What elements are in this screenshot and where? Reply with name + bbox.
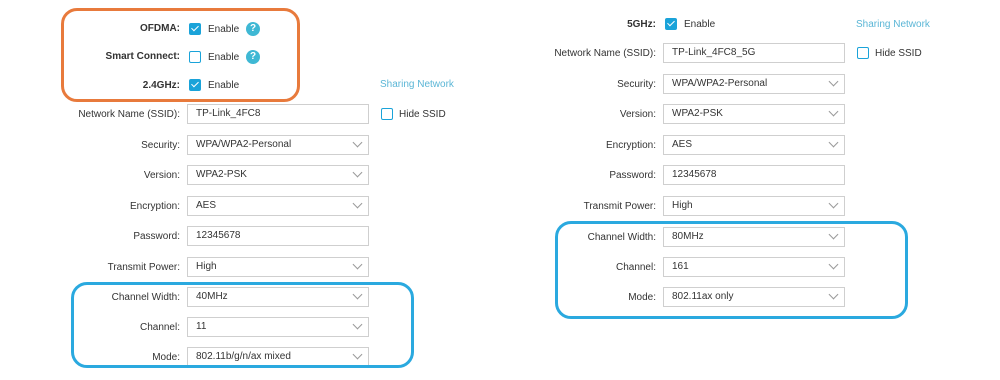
band-5ghz-enable-label: Enable <box>684 19 716 30</box>
password-value-24ghz: 12345678 <box>196 230 241 241</box>
security-label-24ghz: Security: <box>141 140 180 151</box>
hide-ssid-checkbox-24ghz[interactable] <box>381 108 393 120</box>
channel-settings-5ghz-highlight-box <box>555 221 908 319</box>
password-value-5ghz: 12345678 <box>672 169 717 180</box>
chevron-down-icon <box>828 137 839 148</box>
hide-ssid-label-24ghz: Hide SSID <box>399 109 446 120</box>
channel-settings-24ghz-highlight-box <box>71 282 414 368</box>
version-value-24ghz: WPA2-PSK <box>196 169 247 180</box>
transmit-power-select-5ghz[interactable]: High <box>663 196 845 216</box>
chevron-down-icon <box>828 106 839 117</box>
password-input-24ghz[interactable]: 12345678 <box>187 226 369 246</box>
ssid-value-5ghz: TP-Link_4FC8_5G <box>672 47 756 58</box>
chevron-down-icon <box>352 198 363 209</box>
chevron-down-icon <box>352 259 363 270</box>
transmit-power-value-24ghz: High <box>196 261 217 272</box>
version-value-5ghz: WPA2-PSK <box>672 108 723 119</box>
security-select-24ghz[interactable]: WPA/WPA2-Personal <box>187 135 369 155</box>
encryption-value-5ghz: AES <box>672 139 693 150</box>
password-label-24ghz: Password: <box>133 231 180 242</box>
ssid-value-24ghz: TP-Link_4FC8 <box>196 108 261 119</box>
password-label-5ghz: Password: <box>609 170 656 181</box>
hide-ssid-label-5ghz: Hide SSID <box>875 48 922 59</box>
chevron-down-icon <box>828 76 839 87</box>
ssid-input-24ghz[interactable]: TP-Link_4FC8 <box>187 104 369 124</box>
encryption-select-5ghz[interactable]: AES <box>663 135 845 155</box>
chevron-down-icon <box>352 137 363 148</box>
transmit-power-label-24ghz: Transmit Power: <box>107 262 180 273</box>
transmit-power-label-5ghz: Transmit Power: <box>583 201 656 212</box>
security-value-24ghz: WPA/WPA2-Personal <box>196 139 292 150</box>
version-label-24ghz: Version: <box>143 170 180 181</box>
sharing-network-link-5ghz[interactable]: Sharing Network <box>856 19 930 30</box>
ssid-input-5ghz[interactable]: TP-Link_4FC8_5G <box>663 43 845 63</box>
band-5ghz-label: 5GHz: <box>627 19 656 30</box>
password-input-5ghz[interactable]: 12345678 <box>663 165 845 185</box>
security-value-5ghz: WPA/WPA2-Personal <box>672 78 768 89</box>
encryption-value-24ghz: AES <box>196 200 217 211</box>
encryption-label-5ghz: Encryption: <box>605 140 656 151</box>
encryption-label-24ghz: Encryption: <box>129 201 180 212</box>
encryption-select-24ghz[interactable]: AES <box>187 196 369 216</box>
transmit-power-select-24ghz[interactable]: High <box>187 257 369 277</box>
version-select-5ghz[interactable]: WPA2-PSK <box>663 104 845 124</box>
security-label-5ghz: Security: <box>617 79 656 90</box>
security-select-5ghz[interactable]: WPA/WPA2-Personal <box>663 74 845 94</box>
version-select-24ghz[interactable]: WPA2-PSK <box>187 165 369 185</box>
ofdma-smartconnect-highlight-box <box>61 8 300 102</box>
ssid-label-5ghz: Network Name (SSID): <box>554 48 656 59</box>
band-5ghz-checkbox[interactable] <box>665 18 677 30</box>
ssid-label-24ghz: Network Name (SSID): <box>78 109 180 120</box>
transmit-power-value-5ghz: High <box>672 200 693 211</box>
chevron-down-icon <box>828 198 839 209</box>
version-label-5ghz: Version: <box>619 109 656 120</box>
sharing-network-link-24ghz[interactable]: Sharing Network <box>380 79 454 90</box>
hide-ssid-checkbox-5ghz[interactable] <box>857 47 869 59</box>
chevron-down-icon <box>352 167 363 178</box>
